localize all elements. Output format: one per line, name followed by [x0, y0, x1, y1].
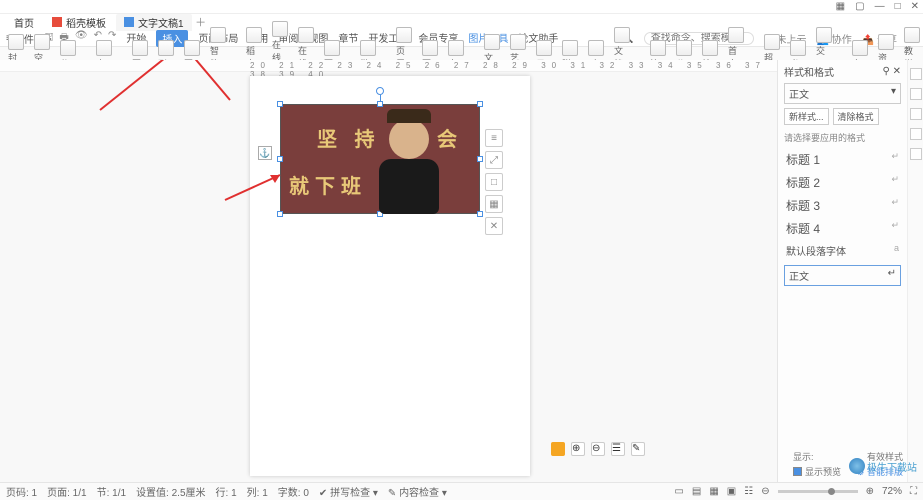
styles-panel: 样式和格式 ⚲ ✕ 正文▾ 新样式... 清除格式 请选择要应用的格式 标题 1… — [777, 60, 907, 482]
status-spell[interactable]: ✔ 拼写检查 ▾ — [319, 484, 378, 499]
panel-close-icon[interactable]: ✕ — [893, 66, 901, 77]
resize-handle-tl[interactable] — [277, 101, 283, 107]
style-heading3[interactable]: 标题 3↵ — [784, 194, 901, 217]
statusbar: 页码: 1 页面: 1/1 节: 1/1 设置值: 2.5厘米 行: 1 列: … — [0, 482, 923, 500]
document-tabs: 首页 稻壳模板 文字文稿1 ＋ — [0, 14, 923, 30]
show-label: 显示: — [793, 450, 814, 463]
clear-format-button[interactable]: 清除格式 — [833, 108, 879, 125]
inserted-image[interactable]: 坚 持 会 就下班 ≡ ⤢ □ ▦ ✕ — [280, 104, 480, 214]
tab-doc-label: 文字文稿1 — [138, 15, 184, 30]
assist-icon-4[interactable]: ✎ — [631, 442, 645, 456]
status-page: 页码: 1 — [6, 484, 37, 499]
right-rail — [907, 60, 923, 482]
rail-limit-icon[interactable] — [910, 108, 922, 120]
image-text-1: 坚 持 — [317, 123, 381, 152]
status-line: 行: 1 — [216, 484, 237, 499]
tab-home-label: 首页 — [14, 15, 34, 30]
style-heading1[interactable]: 标题 1↵ — [784, 148, 901, 171]
float-tool-layout[interactable]: ≡ — [485, 129, 503, 147]
resize-handle-tr[interactable] — [477, 101, 483, 107]
panel-title: 样式和格式 — [784, 64, 834, 79]
rail-backup-icon[interactable] — [910, 148, 922, 160]
assist-icon-2[interactable]: ⊖ — [591, 442, 605, 456]
zoom-slider[interactable] — [778, 490, 858, 493]
apply-prompt: 请选择要应用的格式 — [784, 131, 901, 144]
zoom-value[interactable]: 72% — [882, 486, 902, 497]
style-body-selected[interactable]: 正文↵ — [784, 265, 901, 286]
assist-main-icon[interactable] — [551, 442, 565, 456]
panel-pin-icon[interactable]: ⚲ — [883, 66, 890, 77]
resize-handle-bl[interactable] — [277, 211, 283, 217]
style-heading2[interactable]: 标题 2↵ — [784, 171, 901, 194]
float-tool-crop[interactable]: □ — [485, 173, 503, 191]
status-col: 列: 1 — [247, 484, 268, 499]
status-section: 节: 1/1 — [97, 484, 126, 499]
zoom-out-icon[interactable]: ⊖ — [761, 486, 769, 497]
image-figure — [374, 111, 444, 211]
chevron-down-icon: ▾ — [891, 86, 896, 101]
resize-handle-tm[interactable] — [377, 101, 383, 107]
fullscreen-icon[interactable]: ⛶ — [910, 486, 917, 497]
status-pages: 页面: 1/1 — [47, 484, 86, 499]
status-pos: 设置值: 2.5厘米 — [136, 484, 205, 499]
style-default-font[interactable]: 默认段落字体a — [784, 240, 901, 261]
document-canvas[interactable]: 6 4 2 1 2 3 4 5 6 7 8 9 10 11 12 13 14 1… — [0, 60, 777, 482]
view-mode-5-icon[interactable]: ☷ — [744, 486, 753, 497]
rail-prop-icon[interactable] — [910, 128, 922, 140]
image-float-toolbar: ≡ ⤢ □ ▦ ✕ — [485, 129, 503, 235]
view-mode-1-icon[interactable]: ▭ — [674, 486, 683, 497]
maximize-icon[interactable]: □ — [895, 1, 901, 12]
resize-handle-mr[interactable] — [477, 156, 483, 162]
float-tool-grid[interactable]: ▦ — [485, 195, 503, 213]
status-chars: 字数: 0 — [278, 484, 309, 499]
image-text-3: 就下班 — [289, 170, 367, 199]
page[interactable]: ⚓ 坚 持 会 就下班 ≡ — [250, 76, 530, 476]
ruler-horizontal: 6 4 2 1 2 3 4 5 6 7 8 9 10 11 12 13 14 1… — [0, 60, 777, 72]
current-style-dropdown[interactable]: 正文▾ — [784, 83, 901, 104]
doc-assist-strip: ⊕ ⊖ ☰ ✎ — [551, 442, 645, 456]
tab-home[interactable]: 首页 — [6, 14, 42, 31]
zoom-in-icon[interactable]: ⊕ — [866, 486, 874, 497]
rail-select-icon[interactable] — [910, 88, 922, 100]
minimize-icon[interactable]: — — [875, 1, 885, 12]
view-mode-3-icon[interactable]: ▦ — [709, 486, 718, 497]
new-style-button[interactable]: 新样式... — [784, 108, 829, 125]
assist-icon-3[interactable]: ☰ — [611, 442, 625, 456]
show-preview-checkbox[interactable]: 显示预览 — [793, 465, 841, 478]
anchor-icon: ⚓ — [258, 146, 272, 160]
float-tool-delete[interactable]: ✕ — [485, 217, 503, 235]
resize-handle-br[interactable] — [477, 211, 483, 217]
tab-template-label: 稻壳模板 — [66, 15, 106, 30]
watermark-logo: 极牛下载站 — [849, 458, 917, 474]
tab-document[interactable]: 文字文稿1 — [116, 14, 192, 31]
float-tool-wrap[interactable]: ⤢ — [485, 151, 503, 169]
status-content[interactable]: ✎ 内容检查 ▾ — [388, 484, 447, 499]
view-mode-2-icon[interactable]: ▤ — [692, 486, 701, 497]
view-mode-4-icon[interactable]: ▣ — [727, 486, 736, 497]
box-icon[interactable]: ▢ — [855, 1, 864, 12]
resize-handle-ml[interactable] — [277, 156, 283, 162]
assist-icon-1[interactable]: ⊕ — [571, 442, 585, 456]
rotate-handle[interactable] — [376, 87, 384, 95]
rail-style-icon[interactable] — [910, 68, 922, 80]
template-icon — [52, 17, 62, 27]
doc-icon — [124, 17, 134, 27]
close-icon[interactable]: ✕ — [911, 1, 919, 12]
style-heading4[interactable]: 标题 4↵ — [784, 217, 901, 240]
grid-icon[interactable]: ▦ — [836, 1, 845, 12]
tab-template[interactable]: 稻壳模板 — [44, 14, 114, 31]
new-tab-button[interactable]: ＋ — [194, 15, 208, 29]
